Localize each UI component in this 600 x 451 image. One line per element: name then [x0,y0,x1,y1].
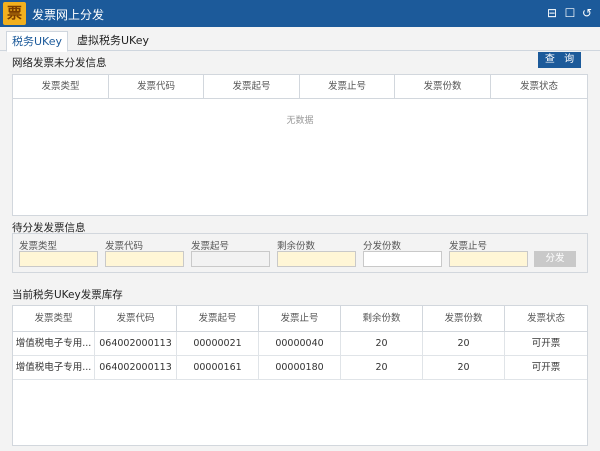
maximize-icon[interactable]: ☐ [563,5,577,21]
start-number-field[interactable] [191,251,270,267]
field-label: 剩余份数 [277,241,316,252]
window-title: 发票网上分发 [32,8,105,22]
restore-back-icon[interactable]: ↺ [580,5,594,21]
empty-placeholder: 无数据 [286,116,314,126]
column-header: 发票状态 [519,81,558,92]
column-header: 发票止号 [300,75,395,98]
network-invoice-table: 发票类型 发票代码 发票起号 发票止号 发票份数 发票状态 无数据 [12,74,588,216]
end-number-field[interactable] [449,251,528,267]
cell-end-number: 00000040 [259,332,341,355]
field-label: 发票代码 [105,241,144,252]
cell-invoice-code: 064002000113 [95,332,177,355]
cell-invoice-type: 增值税电子专用... [13,332,95,355]
column-header: 发票类型 [13,306,95,331]
cell-invoice-type: 增值税电子专用... [13,356,95,379]
remaining-count-field[interactable] [277,251,356,267]
cell-start-number: 00000161 [177,356,259,379]
network-section-title: 网络发票未分发信息 [12,57,107,69]
tab-tax-ukey[interactable]: 税务UKey [6,31,68,52]
cell-invoice-code: 064002000113 [95,356,177,379]
cell-end-number: 00000180 [259,356,341,379]
column-header: 发票份数 [395,75,491,98]
cell-count: 20 [423,356,505,379]
field-label: 分发份数 [363,241,402,252]
field-label: 发票类型 [19,241,58,252]
inventory-section-title: 当前税务UKey发票库存 [12,289,123,301]
tab-bar: 税务UKey 虚拟税务UKey [0,27,600,52]
cell-status: 可开票 [531,362,561,373]
distribute-count-field[interactable] [363,251,442,267]
field-label: 发票止号 [449,241,488,252]
cell-start-number: 00000021 [177,332,259,355]
column-header: 发票份数 [423,306,505,331]
title-bar: 票 发票网上分发 ⊟ ☐ ↺ [0,0,600,27]
column-header: 发票代码 [109,75,204,98]
distribute-button[interactable]: 分发 [534,251,576,267]
cell-status: 可开票 [531,338,561,349]
cell-remaining: 20 [341,356,423,379]
column-header: 发票代码 [95,306,177,331]
inventory-table-header: 发票类型 发票代码 发票起号 发票止号 剩余份数 发票份数 发票状态 [13,306,587,332]
network-table-header: 发票类型 发票代码 发票起号 发票止号 发票份数 发票状态 [13,75,587,99]
invoice-logo-icon: 票 [3,2,26,25]
column-header: 发票止号 [259,306,341,331]
column-header: 剩余份数 [341,306,423,331]
invoice-type-field[interactable] [19,251,98,267]
cell-count: 20 [423,332,505,355]
column-header: 发票起号 [177,306,259,331]
table-row[interactable]: 增值税电子专用... 064002000113 00000021 0000004… [13,332,587,356]
minimize-icon[interactable]: ⊟ [545,5,559,21]
field-label: 发票起号 [191,241,230,252]
cell-remaining: 20 [341,332,423,355]
inventory-table: 发票类型 发票代码 发票起号 发票止号 剩余份数 发票份数 发票状态 增值税电子… [12,305,588,446]
table-row[interactable]: 增值税电子专用... 064002000113 00000161 0000018… [13,356,587,380]
invoice-code-field[interactable] [105,251,184,267]
column-header: 发票类型 [13,75,109,98]
pending-form: 发票类型 发票代码 发票起号 剩余份数 分发份数 发票止号 分发 [12,233,588,273]
query-button[interactable]: 查 询 [538,52,581,68]
column-header: 发票状态 [526,313,565,324]
column-header: 发票起号 [204,75,300,98]
tab-virtual-tax-ukey[interactable]: 虚拟税务UKey [72,31,154,52]
